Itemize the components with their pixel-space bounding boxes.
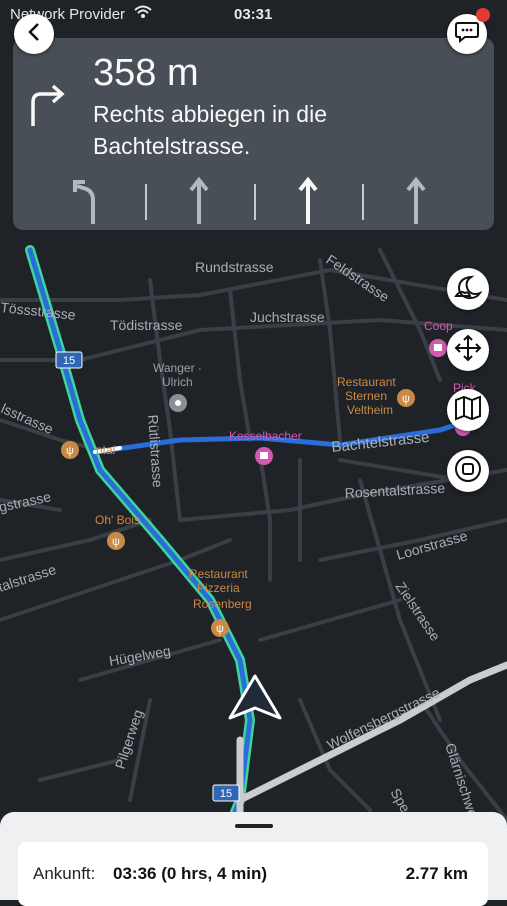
svg-text:ntal: ntal [96,443,115,457]
svg-text:Sternen: Sternen [345,389,387,403]
svg-text:Restaurant: Restaurant [337,375,396,389]
svg-text:Veltheim: Veltheim [347,403,393,417]
lane-straight-active-icon [296,176,320,231]
street-label: Tödistrasse [110,317,183,333]
turn-right-arrow-icon [27,84,67,133]
road-shield-15-top: 15 [55,351,83,369]
svg-text:ψ: ψ [112,536,120,548]
svg-text:ψ: ψ [66,445,74,457]
svg-text:15: 15 [63,355,75,367]
status-bar: Network Provider 03:31 [0,0,507,30]
pan-button[interactable] [447,329,489,371]
lane-guidance [13,176,494,228]
svg-text:Restaurant: Restaurant [189,567,248,581]
svg-text:Oh' Bois: Oh' Bois [95,513,140,527]
svg-text:Kesselbacher: Kesselbacher [229,429,302,443]
svg-text:15: 15 [220,788,232,800]
sheet-drag-handle[interactable] [235,824,273,828]
wifi-icon [134,5,152,23]
chevron-left-icon [27,22,41,47]
stop-navigation-button[interactable] [447,450,489,492]
svg-text:Rosenberg: Rosenberg [193,597,252,611]
move-arrows-icon [454,334,482,367]
svg-text:ψ: ψ [402,393,410,405]
chat-button[interactable] [447,8,490,54]
lane-left-turn-icon [71,176,101,231]
stop-icon [454,455,482,488]
arrival-label: Ankunft: [33,864,96,883]
remaining-distance: 2.77 km [405,864,468,883]
svg-text:ψ: ψ [216,623,224,635]
arrival-value: 03:36 (0 hrs, 4 min) [113,864,268,883]
notification-badge [476,8,490,22]
turn-distance: 358 m [93,52,199,94]
map-icon [454,395,482,426]
road-shield-15-bottom: 15 [212,784,240,802]
back-button[interactable] [14,14,54,54]
status-time: 03:31 [234,6,273,23]
chat-bubble-icon [455,21,479,48]
svg-text:Wanger ·: Wanger · [153,361,202,375]
map-view-button[interactable] [447,389,489,431]
turn-instruction-card: 358 m Rechts abbiegen in die Bachtelstra… [13,38,494,230]
eta-card: Ankunft: 03:36 (0 hrs, 4 min) 2.77 km [18,842,488,906]
moon-icon [454,274,483,305]
svg-text:Ulrich: Ulrich [162,375,193,389]
trip-info-sheet[interactable]: Ankunft: 03:36 (0 hrs, 4 min) 2.77 km [0,812,507,906]
lane-straight-icon [187,176,211,231]
lane-straight-icon [404,176,428,231]
street-label: Rundstrasse [195,259,274,275]
turn-instruction: Rechts abbiegen in die Bachtelstrasse. [93,101,327,159]
svg-text:Coop: Coop [424,319,453,333]
svg-text:Pizzeria: Pizzeria [197,581,240,595]
street-label: Juchstrasse [250,309,325,325]
night-mode-button[interactable] [447,268,489,310]
